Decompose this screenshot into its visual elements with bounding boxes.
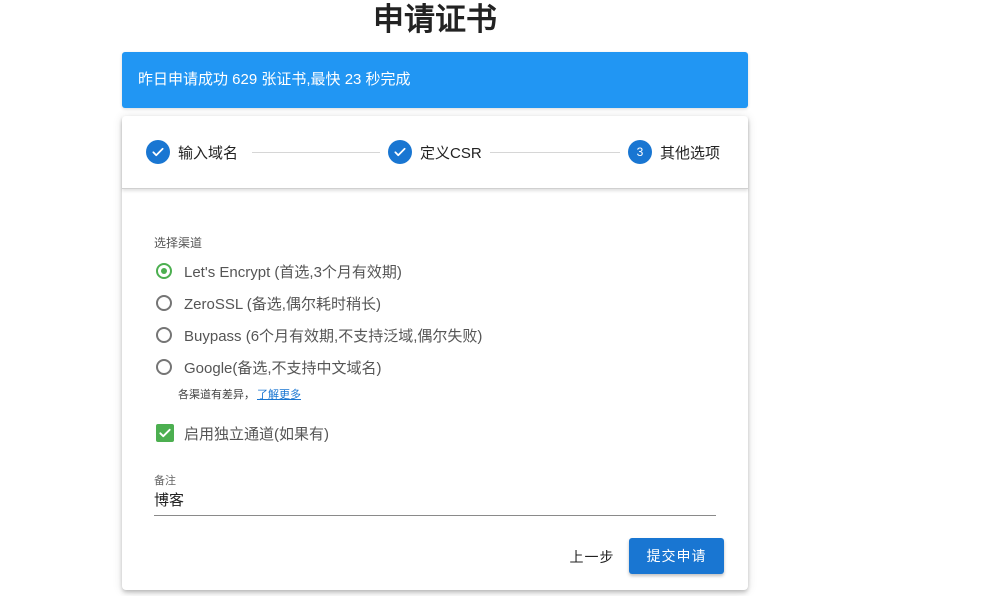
radio-label: Buypass (6个月有效期,不支持泛域,偶尔失败) bbox=[184, 327, 483, 345]
radio-unchecked-icon[interactable] bbox=[156, 359, 172, 375]
check-icon bbox=[388, 140, 412, 164]
step-label: 其他选项 bbox=[660, 144, 721, 162]
checkbox-checked-icon[interactable] bbox=[156, 424, 174, 442]
step-connector bbox=[252, 152, 380, 153]
radio-unchecked-icon[interactable] bbox=[156, 327, 172, 343]
channel-hint: 各渠道有差异， 了解更多 bbox=[178, 386, 301, 402]
checkbox-label: 启用独立通道(如果有) bbox=[184, 425, 329, 443]
radio-letsencrypt[interactable]: Let's Encrypt (首选,3个月有效期) bbox=[154, 259, 402, 283]
radio-label: Google(备选,不支持中文域名) bbox=[184, 359, 382, 377]
step-csr[interactable]: 定义CSR bbox=[388, 140, 482, 164]
radio-label: Let's Encrypt (首选,3个月有效期) bbox=[184, 263, 402, 281]
learn-more-link[interactable]: 了解更多 bbox=[257, 389, 301, 401]
dedicated-channel-checkbox[interactable]: 启用独立通道(如果有) bbox=[154, 421, 329, 445]
radio-buypass[interactable]: Buypass (6个月有效期,不支持泛域,偶尔失败) bbox=[154, 323, 482, 347]
radio-checked-icon[interactable] bbox=[156, 263, 172, 279]
radio-label: ZeroSSL (备选,偶尔耗时稍长) bbox=[184, 295, 381, 313]
remark-input[interactable] bbox=[154, 488, 716, 516]
back-button[interactable]: 上一步 bbox=[560, 540, 624, 574]
hint-text: 各渠道有差异， bbox=[178, 389, 255, 401]
submit-button[interactable]: 提交申请 bbox=[629, 538, 724, 574]
step-connector bbox=[490, 152, 620, 153]
stepper: 输入域名 定义CSR 3 其他选项 bbox=[122, 116, 748, 189]
radio-unchecked-icon[interactable] bbox=[156, 295, 172, 311]
step-label: 定义CSR bbox=[420, 144, 482, 162]
page-title: 申请证书 bbox=[373, 2, 497, 37]
radio-zerossl[interactable]: ZeroSSL (备选,偶尔耗时稍长) bbox=[154, 291, 381, 315]
channel-label: 选择渠道 bbox=[154, 236, 203, 250]
radio-google[interactable]: Google(备选,不支持中文域名) bbox=[154, 355, 382, 379]
stats-banner: 昨日申请成功 629 张证书,最快 23 秒完成 bbox=[122, 52, 748, 108]
check-icon bbox=[146, 140, 170, 164]
step-domain[interactable]: 输入域名 bbox=[146, 140, 238, 164]
apply-card: 输入域名 定义CSR 3 其他选项 选择渠道 Let's Encrypt (首选… bbox=[122, 116, 748, 590]
step-number: 3 bbox=[628, 140, 652, 164]
step-options[interactable]: 3 其他选项 bbox=[628, 140, 720, 164]
remark-label: 备注 bbox=[154, 475, 176, 487]
step-label: 输入域名 bbox=[178, 144, 239, 162]
